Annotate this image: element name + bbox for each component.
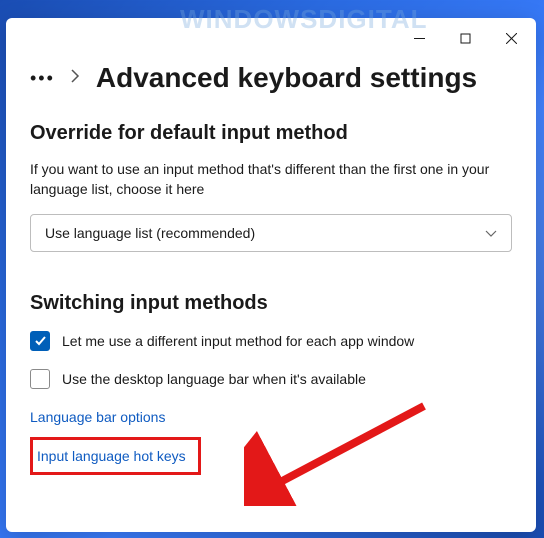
minimize-button[interactable] xyxy=(396,18,442,58)
chevron-down-icon xyxy=(485,225,497,241)
per-app-label: Let me use a different input method for … xyxy=(62,333,414,349)
switching-section-heading: Switching input methods xyxy=(30,292,512,315)
check-icon xyxy=(34,334,47,347)
checkbox-row-per-app: Let me use a different input method for … xyxy=(30,331,512,351)
override-section-heading: Override for default input method xyxy=(30,122,512,145)
dropdown-value: Use language list (recommended) xyxy=(45,225,255,241)
checkbox-row-desktop-bar: Use the desktop language bar when it's a… xyxy=(30,369,512,389)
close-icon xyxy=(506,33,517,44)
desktop-bar-label: Use the desktop language bar when it's a… xyxy=(62,371,366,387)
minimize-icon xyxy=(414,33,425,44)
close-button[interactable] xyxy=(488,18,534,58)
input-method-dropdown[interactable]: Use language list (recommended) xyxy=(30,214,512,252)
breadcrumb-more-icon[interactable]: ••• xyxy=(30,69,55,87)
page-title: Advanced keyboard settings xyxy=(96,62,477,94)
per-app-checkbox[interactable] xyxy=(30,331,50,351)
breadcrumb: ••• Advanced keyboard settings xyxy=(30,62,512,94)
language-bar-options-link[interactable]: Language bar options xyxy=(30,409,512,425)
maximize-icon xyxy=(460,33,471,44)
desktop-bar-checkbox[interactable] xyxy=(30,369,50,389)
content-area: ••• Advanced keyboard settings Override … xyxy=(6,58,536,532)
titlebar xyxy=(6,18,536,58)
input-language-hot-keys-link[interactable]: Input language hot keys xyxy=(30,437,201,475)
maximize-button[interactable] xyxy=(442,18,488,58)
override-description: If you want to use an input method that'… xyxy=(30,159,512,200)
chevron-right-icon xyxy=(71,69,80,88)
settings-window: ••• Advanced keyboard settings Override … xyxy=(6,18,536,532)
